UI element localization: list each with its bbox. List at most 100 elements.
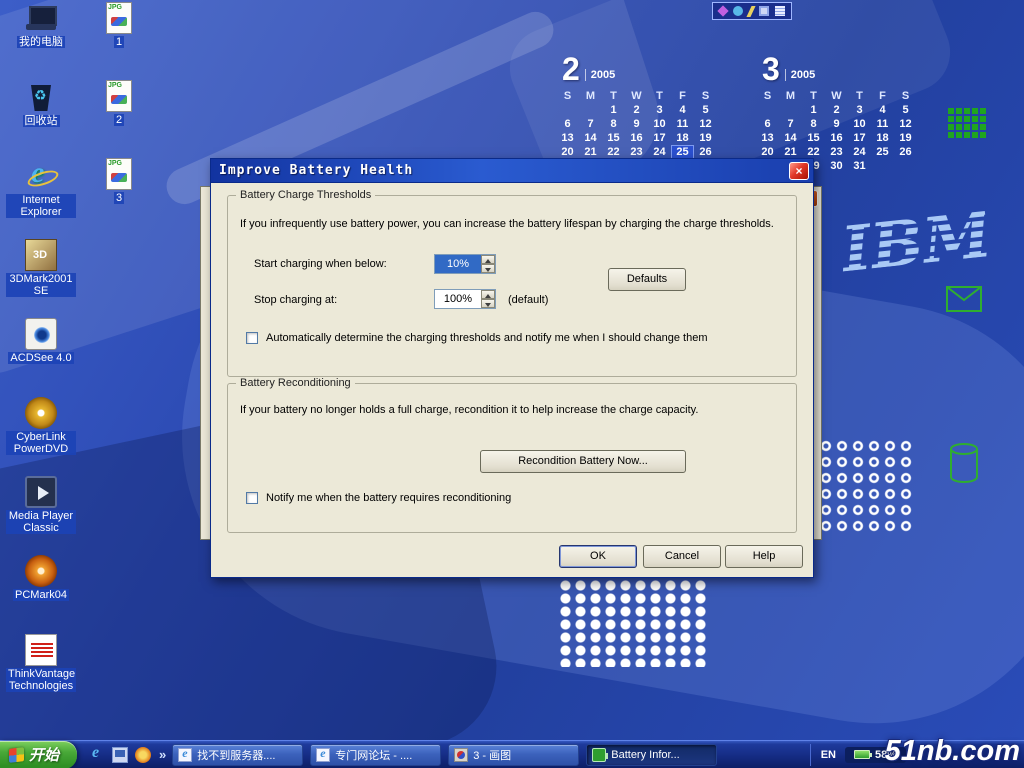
calendar-day: 30	[825, 159, 848, 173]
group-legend: Battery Reconditioning	[236, 377, 355, 389]
calendar-day: 10	[648, 117, 671, 131]
help-button[interactable]: Help	[725, 545, 803, 568]
windows-logo-icon	[9, 747, 24, 763]
task-button[interactable]: Battery Infor...	[586, 744, 717, 766]
task-button[interactable]: 3 - 画图	[448, 744, 579, 766]
calendar-day: 22	[602, 145, 625, 159]
calendar-month-number: 2	[562, 54, 580, 84]
desktop-icon-powerdvd[interactable]: CyberLink PowerDVD	[6, 397, 76, 476]
chevron-right-icon[interactable]: »	[159, 747, 166, 762]
calendar-day	[556, 103, 579, 117]
desktop-icon-column-2: 12 3	[92, 2, 146, 236]
calendar-day: 24	[848, 145, 871, 159]
desktop-icon-3dmark2001[interactable]: 3DMark2001 SE	[6, 239, 76, 318]
wallpaper-dot-rings	[818, 438, 914, 532]
auto-determine-checkbox-label[interactable]: Automatically determine the charging thr…	[266, 332, 707, 344]
calendar-day-header: M	[579, 89, 602, 103]
defaults-button[interactable]: Defaults	[608, 268, 686, 291]
ie-page-icon	[178, 748, 192, 762]
notify-reconditioning-checkbox[interactable]	[246, 492, 258, 504]
pen-icon[interactable]	[746, 6, 755, 17]
cylinder-icon	[948, 442, 980, 486]
start-threshold-spinner[interactable]: 10%	[434, 254, 496, 274]
desktop-icon-label: 3DMark2001 SE	[6, 273, 76, 297]
calendar-day: 20	[556, 145, 579, 159]
calendar-day-header: S	[694, 89, 717, 103]
cancel-button[interactable]: Cancel	[643, 545, 721, 568]
desktop-icon-recycle-bin[interactable]: 回收站	[6, 81, 76, 160]
calendar-day: 21	[579, 145, 602, 159]
spin-down-icon[interactable]	[481, 264, 495, 273]
desktop-icon-media-player-classic[interactable]: Media Player Classic	[6, 476, 76, 555]
battery-icon	[592, 748, 606, 762]
calendar-day: 6	[556, 117, 579, 131]
globe-icon[interactable]	[733, 6, 743, 16]
calendar-day: 20	[756, 145, 779, 159]
calendar-day: 13	[556, 131, 579, 145]
task-button[interactable]: 找不到服务器....	[172, 744, 303, 766]
desktop-icon-label: 3	[114, 192, 124, 204]
auto-determine-checkbox[interactable]	[246, 332, 258, 344]
calendar-day: 25	[871, 145, 894, 159]
calendar-day-header: T	[602, 89, 625, 103]
calendar-day: 7	[779, 117, 802, 131]
desktop-icon-jpg-file[interactable]: 3	[92, 158, 146, 236]
jpg-file-icon	[106, 2, 132, 34]
monitor-icon[interactable]	[759, 6, 769, 16]
calendar-day: 3	[848, 103, 871, 117]
calendar-day: 8	[602, 117, 625, 131]
calendar-day: 6	[756, 117, 779, 131]
pcmark04-icon	[25, 555, 57, 587]
media-player-classic-icon	[25, 476, 57, 508]
quicklaunch-internet-explorer-icon[interactable]	[89, 747, 105, 763]
calendar-day	[579, 103, 602, 117]
stop-threshold-value[interactable]: 100%	[435, 290, 481, 308]
task-button[interactable]: 专门网论坛 - ....	[310, 744, 441, 766]
start-button[interactable]: 开始	[0, 741, 77, 768]
calendar-day: 13	[756, 131, 779, 145]
powerdvd-icon	[25, 397, 57, 429]
notify-reconditioning-checkbox-label[interactable]: Notify me when the battery requires reco…	[266, 492, 511, 504]
desktop-icon-jpg-file[interactable]: 2	[92, 80, 146, 158]
desktop-icon-my-computer[interactable]: 我的电脑	[6, 2, 76, 81]
ok-button[interactable]: OK	[559, 545, 637, 568]
notes-icon[interactable]	[775, 6, 785, 16]
thresholds-description: If you infrequently use battery power, y…	[240, 218, 774, 230]
start-threshold-value[interactable]: 10%	[435, 255, 481, 273]
desktop-icon-internet-explorer[interactable]: Internet Explorer	[6, 160, 76, 239]
calendar-day: 16	[825, 131, 848, 145]
calendar-day: 22	[802, 145, 825, 159]
reconditioning-description: If your battery no longer holds a full c…	[240, 404, 698, 416]
desktop-icon-label: CyberLink PowerDVD	[6, 431, 76, 455]
quicklaunch-show-desktop-icon[interactable]	[112, 747, 128, 763]
desktop-icon-pcmark04[interactable]: PCMark04	[6, 555, 76, 634]
calendar-day-header: S	[556, 89, 579, 103]
calendar-day: 4	[871, 103, 894, 117]
recondition-battery-button[interactable]: Recondition Battery Now...	[480, 450, 686, 473]
paint-icon	[454, 748, 468, 762]
desktop-icon-acdsee[interactable]: ACDSee 4.0	[6, 318, 76, 397]
calendar-day: 10	[848, 117, 871, 131]
taskbar: 开始 » 找不到服务器.... 专门网论坛 - .... 3 - 画图 Battery…	[0, 740, 1024, 768]
calendar-day: 11	[671, 117, 694, 131]
close-icon[interactable]: ×	[789, 162, 809, 180]
spin-down-icon[interactable]	[481, 299, 495, 308]
desktop-icon-jpg-file[interactable]: 1	[92, 2, 146, 80]
calendar-day: 15	[602, 131, 625, 145]
calendar-day	[894, 159, 917, 173]
dialog-title-bar[interactable]: Improve Battery Health ×	[211, 159, 813, 183]
calendar-day: 4	[671, 103, 694, 117]
language-indicator[interactable]: EN	[821, 749, 836, 761]
battery-charge-thresholds-group: Battery Charge Thresholds If you infrequ…	[227, 195, 797, 377]
quicklaunch-windows-media-icon[interactable]	[135, 747, 151, 763]
stop-threshold-spinner[interactable]: 100%	[434, 289, 496, 309]
watermark: 51nb.com	[885, 735, 1020, 768]
desktop-icon-label: ThinkVantage Technologies	[6, 668, 76, 692]
spin-up-icon[interactable]	[481, 290, 495, 299]
thinkvantage-icon	[25, 634, 57, 666]
desktop-icon-thinkvantage[interactable]: ThinkVantage Technologies	[6, 634, 76, 713]
calendar-day: 1	[802, 103, 825, 117]
calendar-day: 7	[579, 117, 602, 131]
spin-up-icon[interactable]	[481, 255, 495, 264]
diamond-icon[interactable]	[717, 5, 728, 16]
